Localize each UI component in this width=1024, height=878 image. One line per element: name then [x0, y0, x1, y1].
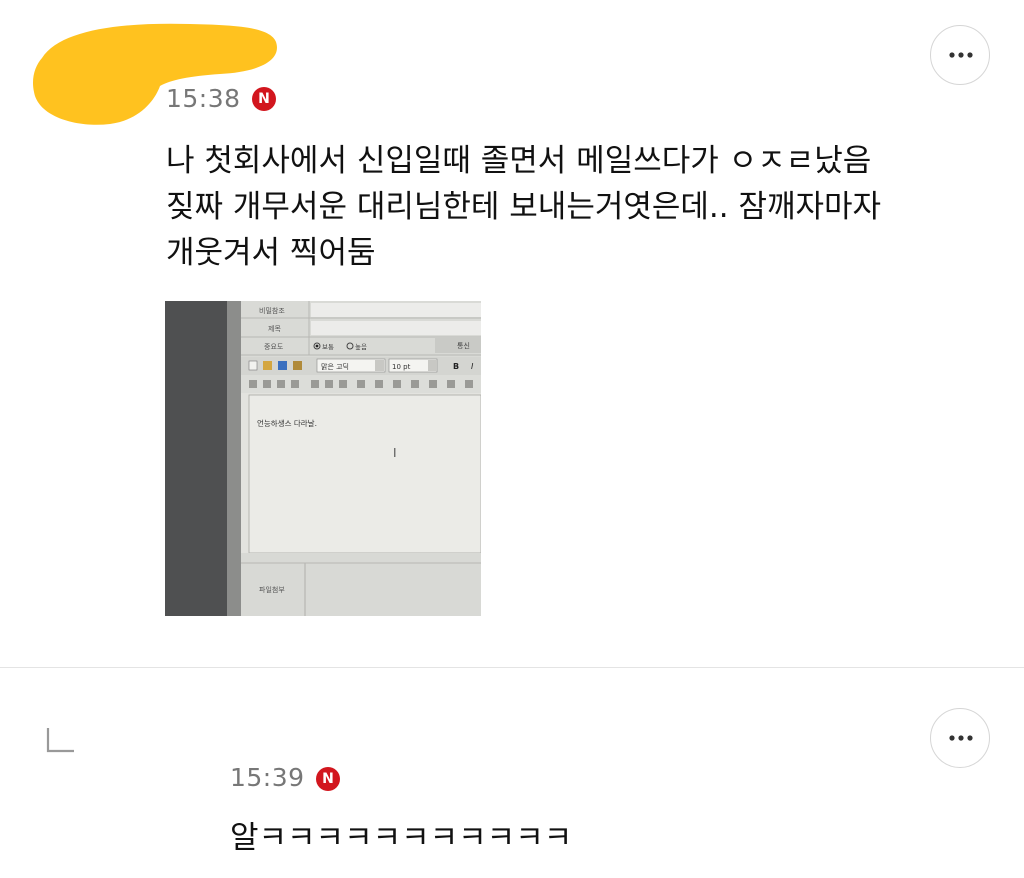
comment-timestamp: 15:38: [166, 84, 241, 113]
more-dots-icon: [949, 735, 973, 741]
more-dots-icon: [949, 52, 973, 58]
photo-body-text: 언능하생스 다라날.: [257, 418, 317, 428]
comment-body: 나 첫회사에서 신입일때 졸면서 메일쓰다가 ㅇㅈㄹ났음 짖짜 개무서운 대리님…: [166, 143, 882, 271]
photo-font-size: 10 pt: [392, 363, 411, 371]
comment-photo[interactable]: 비밀참조 제목 중요도 보통 높음 통신 맑은 고딕 10 pt B I 언능하…: [165, 301, 481, 616]
photo-priority-high: 높음: [355, 343, 367, 351]
comment-more-button[interactable]: [930, 25, 990, 85]
photo-label-bcc: 비밀참조: [259, 306, 285, 315]
photo-bold-button: B: [453, 362, 459, 371]
reply-more-button[interactable]: [930, 708, 990, 768]
photo-font-name: 맑은 고딕: [321, 362, 349, 371]
photo-label-priority: 중요도: [264, 343, 284, 351]
photo-label-subject: 제목: [268, 325, 281, 333]
reply-body: 알ㅋㅋㅋㅋㅋㅋㅋㅋㅋㅋㅋ: [230, 820, 573, 856]
redacted-username: [32, 23, 277, 125]
reply-arrow-icon: [46, 728, 74, 753]
reply-timestamp: 15:39: [230, 763, 305, 792]
naver-n-badge: N: [316, 767, 340, 791]
photo-send-label: 통신: [457, 341, 470, 350]
svg-text:I: I: [393, 446, 397, 460]
naver-n-badge: N: [252, 87, 276, 111]
photo-label-attach: 파일첨부: [259, 585, 285, 594]
comment-divider: [0, 667, 1024, 668]
photo-priority-normal: 보통: [322, 343, 334, 351]
